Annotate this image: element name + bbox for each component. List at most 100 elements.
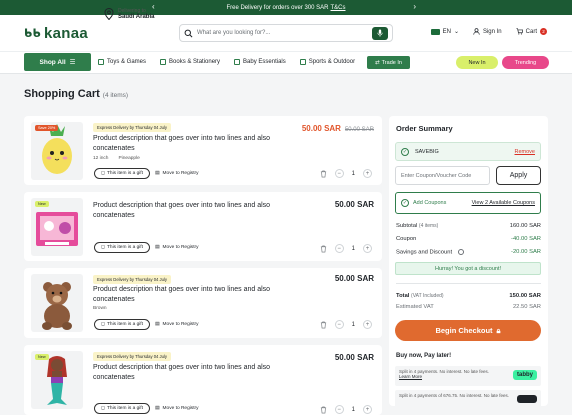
cart-button[interactable]: Cart 2 (516, 28, 547, 35)
lock-icon: 🔒︎ (496, 325, 501, 335)
microphone-icon[interactable] (372, 26, 388, 40)
nav-item-label: Toys & Games (107, 59, 147, 65)
logo[interactable]: ᑲᑲ kanaa (24, 25, 88, 42)
quantity-stepper[interactable]: − 1 + (320, 169, 372, 178)
trending-button[interactable]: Trending (502, 56, 549, 69)
search-input[interactable]: What are you looking for?... (197, 30, 372, 36)
view-coupons-link[interactable]: View 2 Available Coupons (472, 200, 535, 206)
cart-label: Cart (525, 28, 537, 35)
nav-item-label: Books & Stationery (169, 59, 221, 65)
terms-link[interactable]: T&Cs (331, 5, 346, 11)
product-description[interactable]: Product description that goes over into … (93, 285, 283, 305)
tamara-logo (517, 395, 537, 403)
quantity-stepper[interactable]: − 1 + (320, 405, 372, 414)
info-icon[interactable] (458, 249, 465, 255)
decrease-button[interactable]: − (334, 320, 344, 329)
tabby-option[interactable]: Split in 4 payments. No interest. No lat… (395, 366, 541, 386)
total-label: Total (396, 293, 410, 299)
search-bar[interactable]: What are you looking for?... (179, 24, 393, 42)
order-summary: Order Summary ✓ SAVEBIG Remove Enter Cou… (389, 116, 548, 410)
remove-coupon-link[interactable]: Remove (515, 149, 535, 155)
quantity-value: 1 (351, 245, 355, 252)
gift-icon: ◻ (101, 322, 105, 327)
chevron-right-icon[interactable]: › (413, 2, 416, 11)
learn-more-link[interactable]: Learn More (399, 374, 422, 379)
new-in-button[interactable]: New In (456, 56, 498, 69)
move-to-registry-button[interactable]: ▤ Move to Registry (155, 322, 199, 327)
shop-all-button[interactable]: Shop All ☰ (24, 53, 91, 71)
product-image[interactable]: Save 20% (31, 122, 83, 180)
quantity-stepper[interactable]: − 1 + (320, 320, 372, 329)
gift-toggle[interactable]: ◻ This item is a gift (94, 403, 150, 414)
trash-icon[interactable] (320, 321, 327, 329)
add-coupons-label: Add Coupons (413, 200, 447, 206)
increase-button[interactable]: + (363, 405, 372, 414)
logo-text: kanaa (43, 24, 88, 42)
order-summary-title: Order Summary (396, 124, 453, 133)
coupon-value: -40.00 SAR (511, 236, 541, 242)
product-description[interactable]: Product description that goes over into … (93, 363, 283, 383)
saudi-flag-icon (430, 28, 440, 35)
variant-size: 12 inch (93, 156, 109, 161)
begin-checkout-button[interactable]: Begin Checkout 🔒︎ (395, 320, 541, 341)
vat-label: Estimated VAT (396, 304, 434, 310)
apply-button[interactable]: Apply (496, 166, 541, 185)
delivery-location[interactable]: Delivering to Saudi Arabia (104, 8, 154, 20)
gift-label: This item is a gift (106, 322, 143, 327)
nav-item-books[interactable]: Books & Stationery (160, 59, 220, 65)
registry-label: Move to Registry (162, 171, 199, 176)
product-image[interactable]: New (31, 351, 83, 409)
coupon-input[interactable]: Enter Coupon/Voucher Code (395, 166, 490, 185)
increase-button[interactable]: + (363, 320, 372, 329)
trash-icon[interactable] (320, 406, 327, 414)
trash-icon[interactable] (320, 245, 327, 253)
gift-label: This item is a gift (106, 406, 143, 411)
gift-toggle[interactable]: ◻ This item is a gift (94, 242, 150, 253)
product-image[interactable]: New (31, 198, 83, 256)
language-selector[interactable]: EN ⌄ (430, 28, 459, 35)
swap-icon: ⇄ (375, 59, 380, 66)
total-row: Total (VAT Included) 150.00 SAR (396, 293, 541, 299)
gift-icon: ◻ (101, 171, 105, 176)
subtotal-value: 160.00 SAR (509, 223, 541, 229)
decrease-button[interactable]: − (334, 169, 344, 178)
quantity-value: 1 (351, 321, 355, 328)
sale-tag: Save 20% (35, 125, 59, 131)
deliver-location: Saudi Arabia (118, 14, 155, 20)
product-variants: 12 inch Pineapple (93, 156, 140, 161)
decrease-button[interactable]: − (334, 405, 344, 414)
variant-name: Pineapple (118, 156, 140, 161)
move-to-registry-button[interactable]: ▤ Move to Registry (155, 245, 199, 250)
nav-item-sports[interactable]: Sports & Outdoor (299, 59, 356, 65)
nav-item-label: Sports & Outdoor (308, 59, 356, 65)
gift-toggle[interactable]: ◻ This item is a gift (94, 319, 150, 330)
gift-toggle[interactable]: ◻ This item is a gift (94, 168, 150, 179)
increase-button[interactable]: + (363, 244, 372, 253)
savings-label: Savings and Discount (396, 249, 453, 256)
sign-in-button[interactable]: Sign In (473, 28, 502, 35)
menu-icon: ☰ (69, 59, 76, 66)
product-description[interactable]: Product description that goes over into … (93, 201, 283, 221)
increase-button[interactable]: + (363, 169, 372, 178)
page-title-text: Shopping Cart (24, 88, 100, 100)
nav-item-baby[interactable]: Baby Essentials (234, 59, 286, 65)
add-coupons-panel[interactable]: ✓ Add Coupons View 2 Available Coupons (395, 192, 541, 214)
registry-icon: ▤ (155, 245, 160, 250)
product-description[interactable]: Product description that goes over into … (93, 134, 283, 154)
trade-in-button[interactable]: ⇄ Trade In (367, 56, 410, 69)
quantity-stepper[interactable]: − 1 + (320, 244, 372, 253)
trash-icon[interactable] (320, 170, 327, 178)
product-image[interactable] (31, 274, 83, 332)
registry-icon: ▤ (155, 171, 160, 176)
nav-item-toys[interactable]: Toys & Games (98, 59, 146, 65)
product-price: 50.00 SAR (334, 274, 374, 283)
tamara-option[interactable]: Split in 4 payments of 676.75. No intere… (395, 390, 541, 410)
decrease-button[interactable]: − (334, 244, 344, 253)
item-count: (4 items) (102, 92, 129, 99)
vat-row: Estimated VAT 22.50 SAR (396, 304, 541, 310)
toys-icon (98, 59, 104, 65)
express-delivery-badge: Express Delivery by Thursday 04 July (93, 275, 171, 284)
move-to-registry-button[interactable]: ▤ Move to Registry (155, 406, 199, 411)
move-to-registry-button[interactable]: ▤ Move to Registry (155, 171, 199, 176)
discount-message: Hurray! You got a discount! (395, 262, 541, 275)
